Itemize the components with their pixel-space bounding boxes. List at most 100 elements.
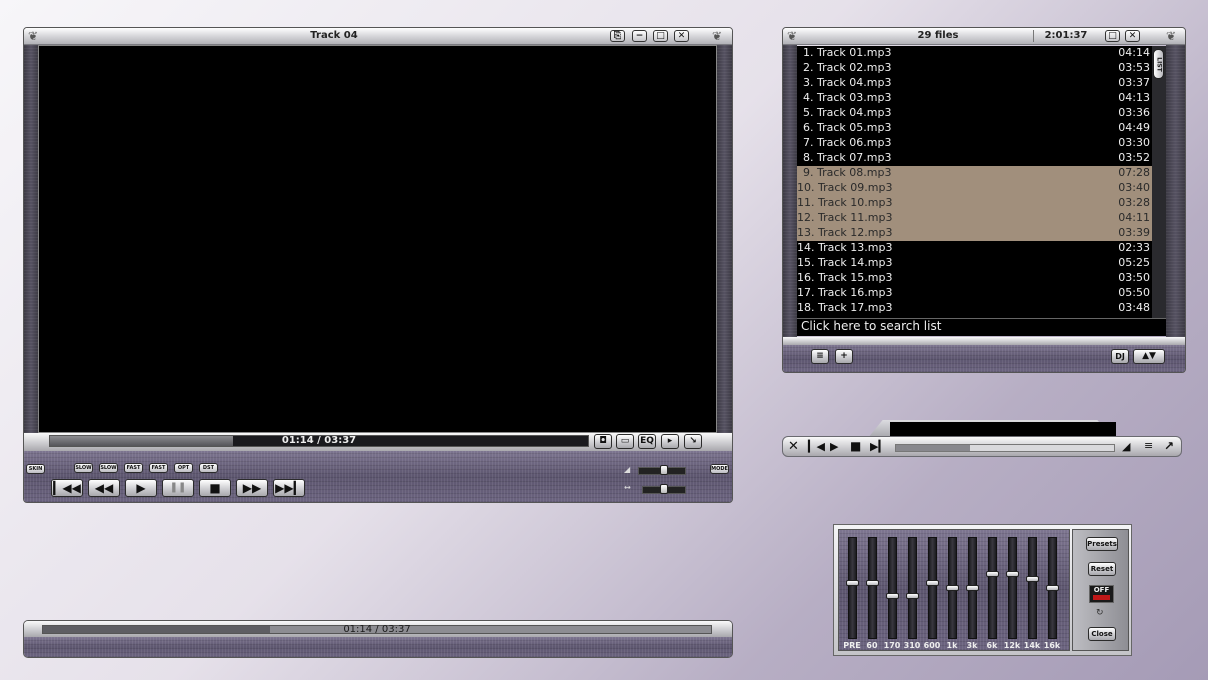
dj-button[interactable]: DJ — [1111, 349, 1129, 364]
eq-reset-button[interactable]: Reset — [1088, 562, 1116, 576]
playlist-row[interactable]: 10. Track 09.mp3 03:40 — [797, 181, 1152, 196]
track-title: 8. Track 07.mp3 — [803, 151, 891, 164]
open-file-button[interactable]: ▭ — [616, 434, 634, 449]
eq-slider-track[interactable] — [846, 537, 859, 639]
compact-seek-bar[interactable]: 01:14 / 03:37 — [42, 624, 712, 635]
playlist-row[interactable]: 9. Track 08.mp3 07:28 — [797, 166, 1152, 181]
playlist-toggle-button[interactable]: ▸ — [661, 434, 679, 449]
compact-mode-button[interactable]: ↘ — [684, 434, 702, 449]
eq-slider-track[interactable] — [986, 537, 999, 639]
playlist-row[interactable]: 12. Track 11.mp3 04:11 — [797, 211, 1152, 226]
eq-slider-knob[interactable] — [846, 580, 859, 586]
eq-link-icon[interactable]: ↻ — [1096, 608, 1104, 618]
skin-button[interactable]: SKIN — [26, 464, 45, 474]
main-titlebar[interactable]: ❦ Track 04 ⎘ − □ ✕ ❦ — [24, 28, 732, 45]
skip-back-icon: ▎◀◀ — [53, 481, 81, 495]
eq-slider-knob[interactable] — [926, 580, 939, 586]
eq-close-button[interactable]: Close — [1088, 627, 1116, 641]
stop-icon[interactable]: ■ — [850, 439, 861, 453]
forward-button[interactable]: ▶▶ — [236, 479, 268, 497]
volume-knob[interactable] — [660, 465, 668, 475]
playlist-row[interactable]: 17. Track 16.mp3 05:50 — [797, 286, 1152, 301]
maximize-button[interactable]: □ — [1105, 30, 1120, 42]
eq-slider-track[interactable] — [886, 537, 899, 639]
fast-button[interactable]: FAST — [124, 463, 143, 473]
move-up-down-button[interactable]: ▲▼ — [1133, 349, 1165, 364]
playlist-row[interactable]: 6. Track 05.mp3 04:49 — [797, 121, 1152, 136]
mini-seek-bar[interactable] — [895, 444, 1115, 452]
playlist-scrollbar[interactable]: LIST — [1152, 46, 1166, 318]
slow-button[interactable]: SLOW — [74, 463, 93, 473]
eq-slider-track[interactable] — [966, 537, 979, 639]
playlist-row[interactable]: 1. Track 01.mp3 04:14 — [797, 46, 1152, 61]
track-title: 1. Track 01.mp3 — [803, 46, 891, 59]
balance-knob[interactable] — [660, 484, 668, 494]
close-button[interactable]: ✕ — [674, 30, 689, 42]
previous-icon[interactable]: ▎◀ — [808, 440, 825, 453]
eq-presets-button[interactable]: Presets — [1086, 537, 1118, 551]
eq-slider-track[interactable] — [906, 537, 919, 639]
volume-slider[interactable] — [638, 465, 686, 475]
eq-slider-knob[interactable] — [1026, 576, 1039, 582]
playlist-row[interactable]: 7. Track 06.mp3 03:30 — [797, 136, 1152, 151]
eq-slider-knob[interactable] — [1006, 571, 1019, 577]
search-list-input[interactable]: Click here to search list — [797, 318, 1166, 336]
dst-button[interactable]: DST — [199, 463, 218, 473]
playlist-titlebar[interactable]: ❦ 29 files 2:01:37 □ ✕ ❦ — [783, 28, 1185, 45]
eq-slider-knob[interactable] — [966, 585, 979, 591]
eq-toggle-switch[interactable]: OFF — [1089, 585, 1114, 603]
previous-button[interactable]: ▎◀◀ — [51, 479, 83, 497]
playlist-row[interactable]: 2. Track 02.mp3 03:53 — [797, 61, 1152, 76]
minimize-button[interactable]: − — [632, 30, 647, 42]
playlist-row[interactable]: 4. Track 03.mp3 04:13 — [797, 91, 1152, 106]
eq-slider-knob[interactable] — [886, 593, 899, 599]
close-button[interactable]: ✕ — [1125, 30, 1140, 42]
restore-icon[interactable]: ↗ — [1164, 439, 1174, 453]
eq-slider-track[interactable] — [946, 537, 959, 639]
eq-slider-track[interactable] — [866, 537, 879, 639]
options-button[interactable]: OPT — [174, 463, 193, 473]
playlist-icon[interactable]: ≡ — [1144, 439, 1153, 452]
playlist-row[interactable]: 16. Track 15.mp3 03:50 — [797, 271, 1152, 286]
playlist-row[interactable]: 3. Track 04.mp3 03:37 — [797, 76, 1152, 91]
playlist-menu-button[interactable]: ≡ — [811, 349, 829, 364]
skin-mode-button[interactable]: ⎘ — [610, 30, 625, 42]
equalizer-toggle-button[interactable]: EQ — [638, 434, 656, 449]
scroll-thumb[interactable]: LIST — [1153, 49, 1164, 79]
eq-slider-knob[interactable] — [906, 593, 919, 599]
mode-button[interactable]: MODE — [710, 464, 729, 474]
eq-slider-knob[interactable] — [1046, 585, 1059, 591]
faster-button[interactable]: FAST — [149, 463, 168, 473]
next-icon[interactable]: ▶▎ — [870, 440, 887, 453]
eq-slider-track[interactable] — [926, 537, 939, 639]
track-list[interactable]: 1. Track 01.mp3 04:14 2. Track 02.mp3 03:53… — [797, 46, 1152, 318]
balance-slider[interactable] — [642, 484, 686, 494]
next-button[interactable]: ▶▶▎ — [273, 479, 305, 497]
video-display[interactable] — [38, 45, 717, 433]
eq-slider-track[interactable] — [1046, 537, 1059, 639]
snapshot-button[interactable]: ◘ — [594, 434, 612, 449]
eq-slider-knob[interactable] — [866, 580, 879, 586]
play-icon[interactable]: ▶ — [830, 440, 838, 453]
volume-icon[interactable]: ◢ — [1122, 440, 1130, 453]
pause-button[interactable]: ❚❚ — [162, 479, 194, 497]
close-icon[interactable]: ✕ — [788, 439, 799, 454]
eq-slider-track[interactable] — [1006, 537, 1019, 639]
playlist-row[interactable]: 5. Track 04.mp3 03:36 — [797, 106, 1152, 121]
eq-slider-track[interactable] — [1026, 537, 1039, 639]
add-file-button[interactable]: + — [835, 349, 853, 364]
playlist-row[interactable]: 8. Track 07.mp3 03:52 — [797, 151, 1152, 166]
playlist-row[interactable]: 14. Track 13.mp3 02:33 — [797, 241, 1152, 256]
stop-button[interactable]: ■ — [199, 479, 231, 497]
rewind-button[interactable]: ◀◀ — [88, 479, 120, 497]
eq-slider-knob[interactable] — [946, 585, 959, 591]
play-button[interactable]: ▶ — [125, 479, 157, 497]
maximize-button[interactable]: □ — [653, 30, 668, 42]
playlist-row[interactable]: 18. Track 17.mp3 03:48 — [797, 301, 1152, 316]
seek-bar[interactable]: 01:14 / 03:37 — [49, 435, 589, 447]
playlist-row[interactable]: 15. Track 14.mp3 05:25 — [797, 256, 1152, 271]
playlist-row[interactable]: 13. Track 12.mp3 03:39 — [797, 226, 1152, 241]
eq-slider-knob[interactable] — [986, 571, 999, 577]
slower-button[interactable]: SLOW — [99, 463, 118, 473]
playlist-row[interactable]: 11. Track 10.mp3 03:28 — [797, 196, 1152, 211]
